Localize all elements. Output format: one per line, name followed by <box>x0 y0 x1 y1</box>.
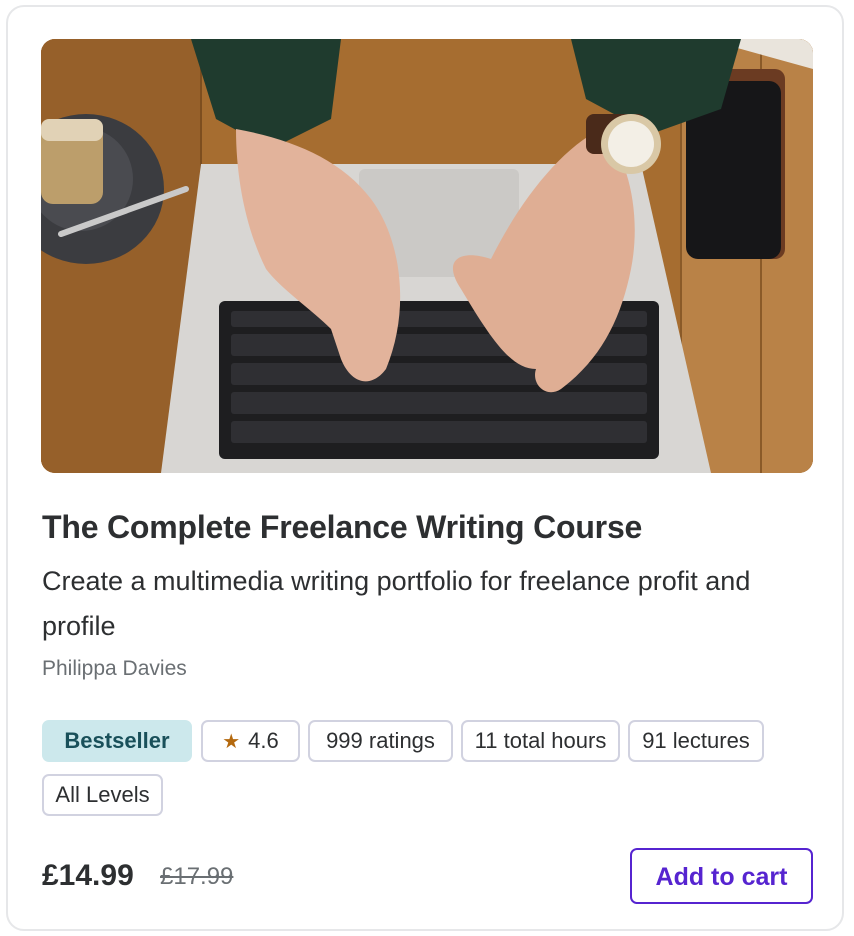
course-card[interactable]: The Complete Freelance Writing Course Cr… <box>6 5 844 931</box>
bestseller-badge: Bestseller <box>42 720 192 762</box>
original-price: £17.99 <box>160 863 234 890</box>
course-thumbnail[interactable] <box>41 39 813 473</box>
thumbnail-illustration <box>41 39 813 473</box>
rating-value: 4.6 <box>248 728 279 753</box>
ratings-count-badge: 999 ratings <box>308 720 453 762</box>
current-price: £14.99 <box>42 859 134 892</box>
course-title[interactable]: The Complete Freelance Writing Course <box>42 507 822 547</box>
course-subtitle: Create a multimedia writing portfolio fo… <box>42 566 751 641</box>
star-icon: ★ <box>222 731 241 753</box>
total-hours-badge: 11 total hours <box>461 720 620 762</box>
level-badge: All Levels <box>42 774 163 816</box>
rating-badge: ★ 4.6 <box>201 720 300 762</box>
add-to-cart-button[interactable]: Add to cart <box>630 848 813 904</box>
course-author: Philippa Davies <box>42 657 187 680</box>
lectures-badge: 91 lectures <box>628 720 764 762</box>
